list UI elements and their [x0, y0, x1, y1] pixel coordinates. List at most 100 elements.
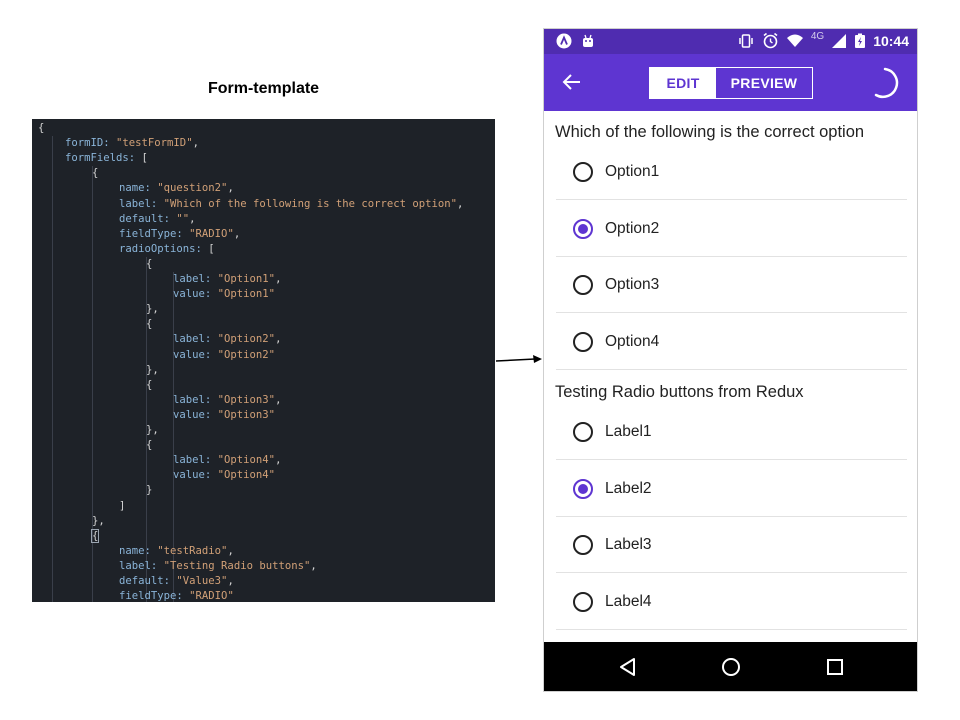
radio-option-row[interactable]: Label3 [544, 517, 917, 574]
android-debug-icon [583, 34, 593, 47]
code-string: "RADIO" [189, 227, 234, 240]
code-string: "Option3" [217, 408, 276, 421]
code-punctuation: , [227, 182, 234, 195]
code-line: value: "Option4" [173, 468, 275, 483]
code-key: default: [119, 212, 177, 225]
radio-unchecked-icon[interactable] [573, 591, 593, 612]
code-punctuation: [ [141, 152, 148, 165]
row-divider [556, 369, 907, 371]
nav-recents-icon[interactable] [823, 655, 847, 679]
code-key: formID: [65, 137, 117, 150]
nav-back-icon[interactable] [616, 655, 640, 679]
code-punctuation: , [227, 575, 234, 587]
radio-option-row[interactable]: Option1 [544, 144, 917, 200]
cell-signal-icon [832, 33, 847, 48]
code-string: "Option2" [217, 348, 276, 361]
navigation-bar [544, 642, 917, 691]
code-punctuation: , [233, 227, 241, 240]
code-punctuation: , [192, 137, 199, 150]
code-string: "" [176, 212, 190, 225]
code-line: ] [119, 499, 125, 514]
edit-preview-toggle: EDIT PREVIEW [649, 67, 813, 99]
code-key: value: [173, 348, 218, 361]
code-key: label: [173, 393, 218, 406]
phone-screen: 4G 10:44 EDIT PREVIEW Which of the follo… [543, 28, 918, 692]
code-key: value: [173, 469, 218, 482]
radio-option-row[interactable]: Option2 [544, 201, 917, 257]
radio-unchecked-icon[interactable] [573, 535, 593, 556]
code-punctuation: { [90, 528, 100, 543]
tab-edit[interactable]: EDIT [650, 68, 716, 98]
code-string: "Testing Radio buttons" [163, 559, 311, 572]
radio-checked-icon[interactable] [573, 478, 593, 499]
radio-unchecked-icon[interactable] [573, 421, 593, 442]
code-string: "testFormID" [116, 137, 193, 150]
code-line: default: "", [119, 212, 196, 227]
code-key: label: [173, 454, 218, 467]
code-string: "Option3" [217, 393, 276, 406]
code-punctuation: { [92, 167, 99, 180]
question-label: Testing Radio buttons from Redux [555, 382, 804, 401]
row-divider [556, 628, 907, 630]
radio-option-row[interactable]: Label4 [544, 574, 917, 630]
code-string: "RADIO" [189, 590, 234, 602]
code-key: name: [119, 544, 158, 557]
battery-charging-icon [855, 33, 866, 48]
code-editor-panel[interactable]: {formID: "testFormID", formFields: [{name… [32, 119, 495, 602]
back-arrow-icon[interactable] [560, 70, 584, 94]
code-key: default: [119, 575, 177, 587]
tab-preview[interactable]: PREVIEW [716, 68, 812, 98]
radio-option-row[interactable]: Label2 [544, 461, 917, 517]
code-string: "Option2" [217, 333, 276, 346]
code-line: fieldType: "RADIO" [119, 589, 234, 602]
code-line: { [146, 257, 152, 272]
code-string: "Value3" [176, 575, 228, 587]
code-key: value: [173, 408, 218, 421]
code-punctuation: , [275, 333, 282, 346]
code-key: radioOptions: [119, 242, 209, 255]
status-bar: 4G 10:44 [544, 29, 917, 54]
code-punctuation: , [275, 393, 282, 406]
template-title: Form-template [207, 80, 320, 97]
code-punctuation: , [310, 559, 317, 572]
radio-unchecked-icon[interactable] [573, 162, 593, 182]
code-punctuation: , [275, 273, 282, 285]
code-punctuation: [ [208, 242, 215, 255]
radio-option-label: Label4 [605, 592, 652, 610]
code-line: { [146, 438, 152, 453]
code-key: label: [119, 559, 164, 572]
code-line: label: "Option4", [173, 453, 281, 468]
radio-checked-icon[interactable] [573, 218, 593, 239]
radio-option-label: Label1 [605, 422, 652, 440]
code-punctuation: , [227, 544, 234, 557]
indent-guide [52, 136, 53, 602]
radio-option-label: Option4 [605, 333, 660, 351]
code-line: } [146, 483, 152, 498]
radio-unchecked-icon[interactable] [573, 275, 593, 296]
radio-option-label: Option1 [605, 163, 660, 180]
code-line: { [38, 121, 44, 136]
arrow-right-icon [495, 355, 542, 363]
code-key: fieldType: [119, 227, 190, 240]
code-line: }, [146, 363, 159, 378]
radio-option-label: Option2 [605, 219, 660, 237]
code-string: "Option1" [217, 273, 276, 285]
code-punctuation: ] [119, 499, 126, 512]
code-string: "Option4" [217, 469, 276, 482]
code-line: formID: "testFormID", [65, 136, 199, 151]
code-line: name: "question2", [119, 181, 234, 196]
radio-option-row[interactable]: Option3 [544, 257, 917, 314]
code-line: formFields: [ [65, 151, 148, 166]
code-key: formFields: [65, 152, 142, 165]
code-line: value: "Option1" [173, 287, 275, 302]
code-line: }, [146, 302, 159, 317]
code-string: "Which of the following is the correct o… [163, 197, 458, 210]
code-string: "Option4" [217, 454, 276, 467]
radio-option-row[interactable]: Option4 [544, 314, 917, 371]
code-punctuation: { [146, 318, 153, 331]
code-string: "Option1" [217, 288, 276, 301]
radio-unchecked-icon[interactable] [573, 332, 593, 353]
radio-option-row[interactable]: Label1 [544, 404, 917, 460]
nav-home-icon[interactable] [719, 655, 743, 679]
code-line: label: "Option3", [173, 393, 281, 408]
